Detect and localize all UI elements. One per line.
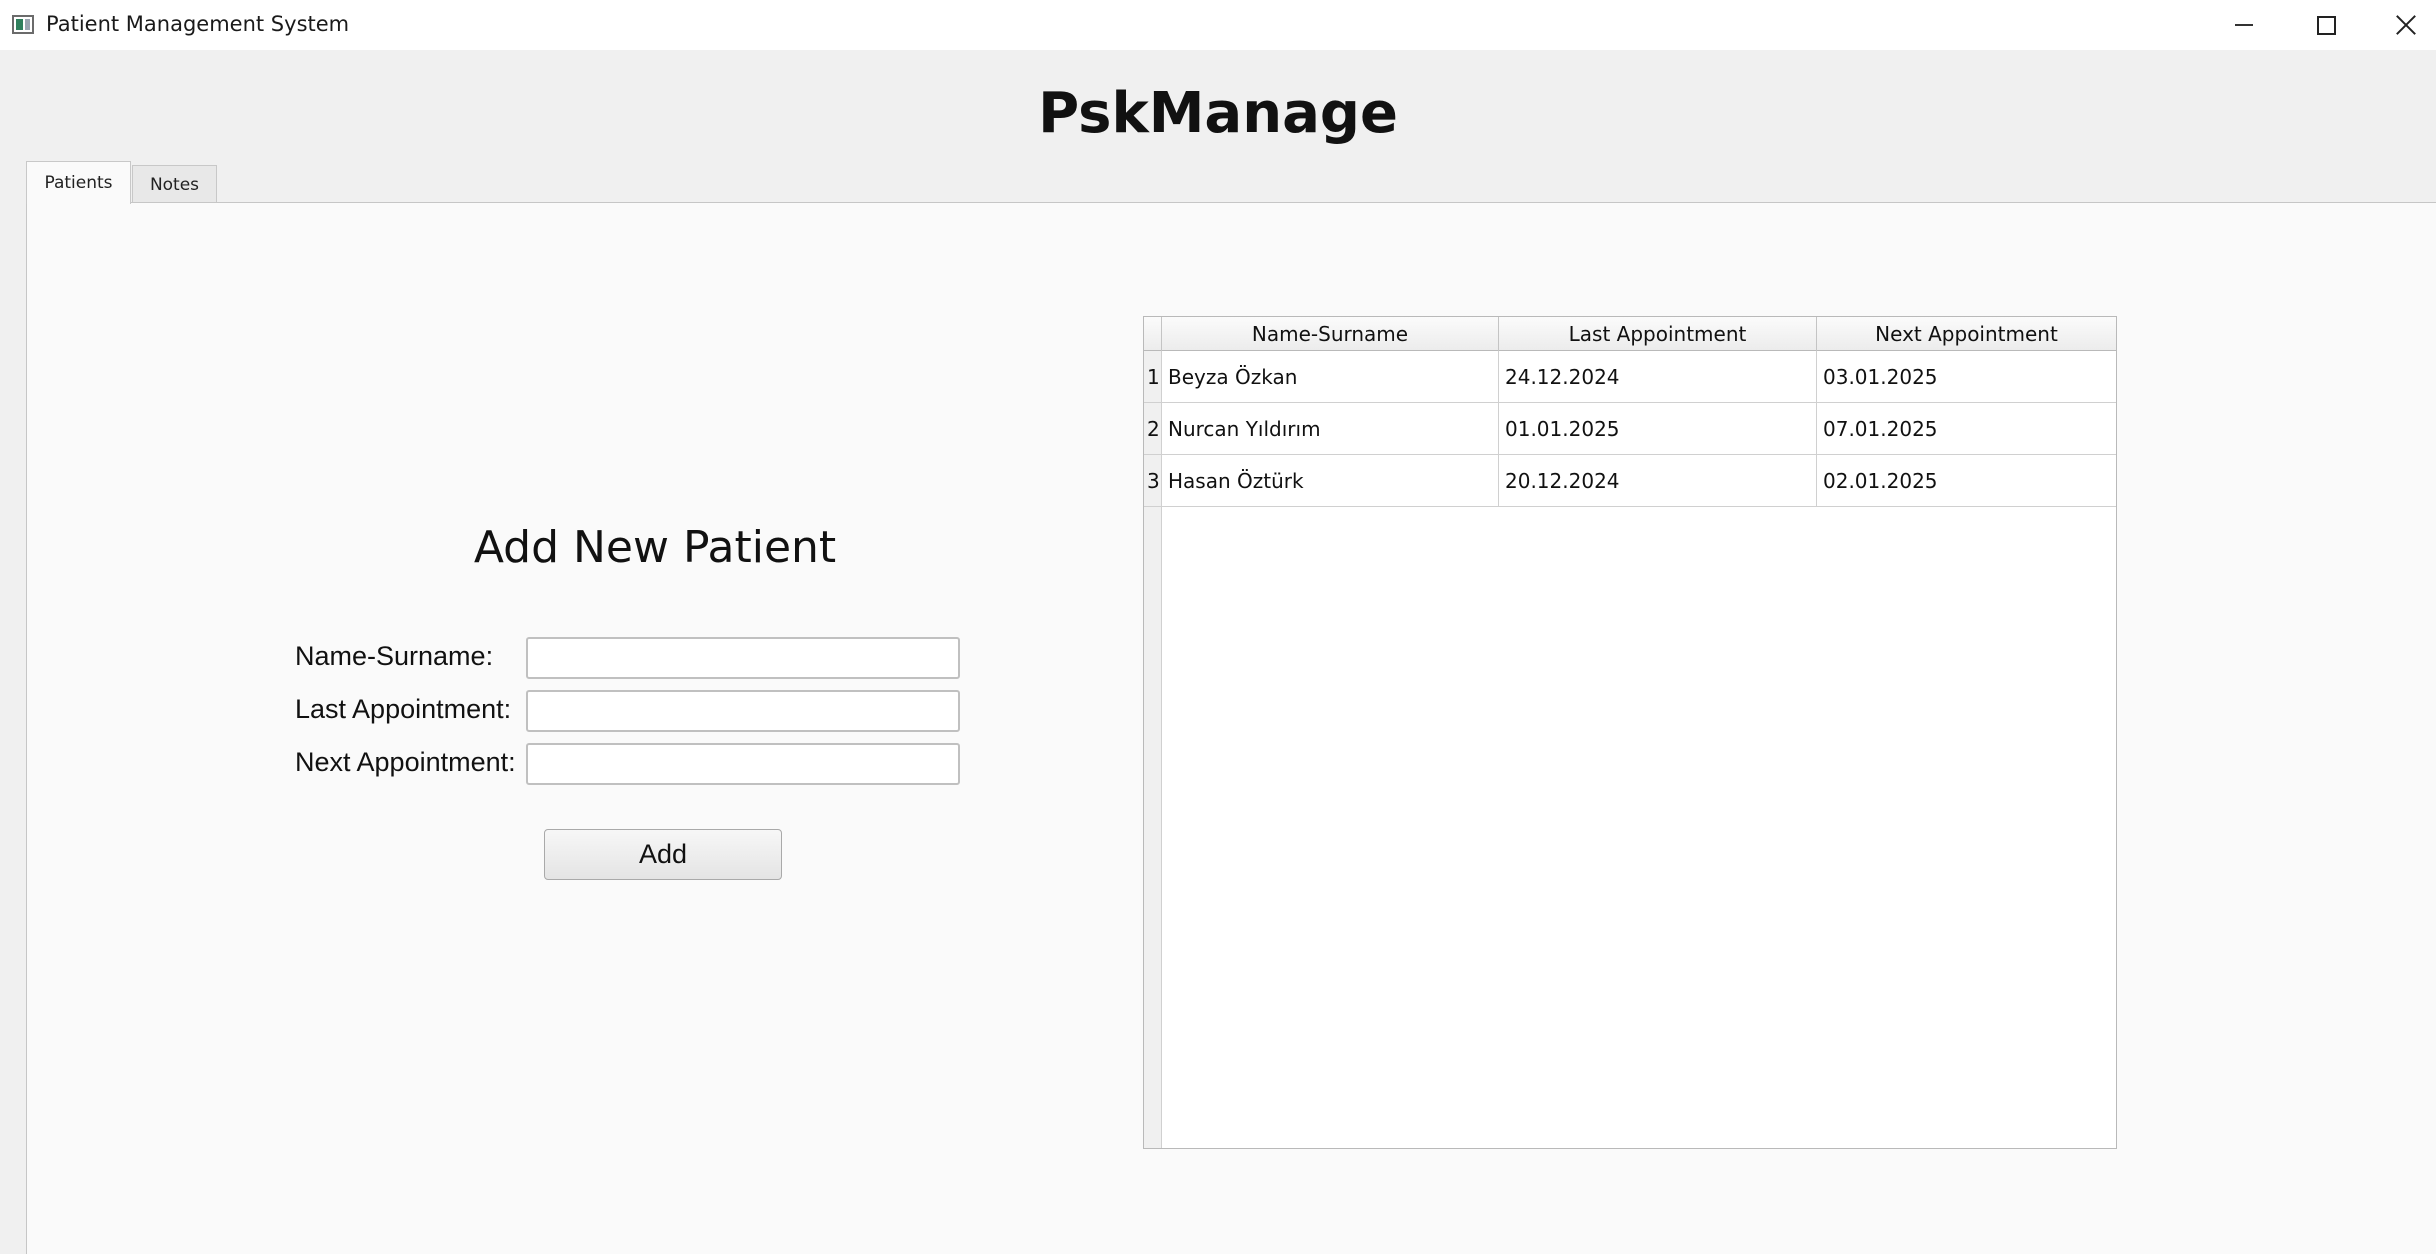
tab-notes[interactable]: Notes	[132, 165, 217, 203]
row-number: 2	[1144, 403, 1162, 455]
table-row[interactable]: 2 Nurcan Yıldırım 01.01.2025 07.01.2025	[1144, 403, 2116, 455]
close-icon	[2395, 14, 2417, 36]
form-title: Add New Patient	[473, 522, 837, 573]
last-appointment-input[interactable]	[526, 690, 960, 732]
app-window-icon	[12, 15, 34, 34]
last-appointment-label: Last Appointment:	[295, 694, 512, 724]
row-number: 3	[1144, 455, 1162, 507]
row-number: 1	[1144, 351, 1162, 403]
cell-next-appointment[interactable]: 02.01.2025	[1817, 455, 2116, 507]
cell-name-surname[interactable]: Beyza Özkan	[1162, 351, 1499, 403]
name-surname-input[interactable]	[526, 637, 960, 679]
app-header-title: PskManage	[1038, 81, 1398, 146]
maximize-icon	[2316, 15, 2336, 35]
tab-patients[interactable]: Patients	[26, 161, 131, 204]
column-header-next-appointment[interactable]: Next Appointment	[1817, 317, 2116, 351]
cell-last-appointment[interactable]: 01.01.2025	[1499, 403, 1817, 455]
table-row[interactable]: 1 Beyza Özkan 24.12.2024 03.01.2025	[1144, 351, 2116, 403]
column-header-last-appointment[interactable]: Last Appointment	[1499, 317, 1817, 351]
table-header: Name-Surname Last Appointment Next Appoi…	[1144, 317, 2116, 351]
patients-table[interactable]: Name-Surname Last Appointment Next Appoi…	[1143, 316, 2117, 1149]
next-appointment-label: Next Appointment:	[295, 747, 516, 777]
window-title-bar: Patient Management System	[0, 0, 2436, 50]
window-title: Patient Management System	[46, 12, 350, 36]
table-corner-header	[1144, 317, 1162, 351]
next-appointment-input[interactable]	[526, 743, 960, 785]
maximize-button[interactable]	[2286, 0, 2366, 50]
cell-last-appointment[interactable]: 24.12.2024	[1499, 351, 1817, 403]
add-button[interactable]: Add	[544, 829, 782, 880]
name-surname-label: Name-Surname:	[295, 641, 494, 671]
cell-next-appointment[interactable]: 03.01.2025	[1817, 351, 2116, 403]
cell-name-surname[interactable]: Hasan Öztürk	[1162, 455, 1499, 507]
close-button[interactable]	[2366, 0, 2436, 50]
cell-name-surname[interactable]: Nurcan Yıldırım	[1162, 403, 1499, 455]
minimize-icon	[2235, 24, 2253, 26]
minimize-button[interactable]	[2204, 0, 2284, 50]
cell-last-appointment[interactable]: 20.12.2024	[1499, 455, 1817, 507]
cell-next-appointment[interactable]: 07.01.2025	[1817, 403, 2116, 455]
table-row[interactable]: 3 Hasan Öztürk 20.12.2024 02.01.2025	[1144, 455, 2116, 507]
column-header-name-surname[interactable]: Name-Surname	[1162, 317, 1499, 351]
